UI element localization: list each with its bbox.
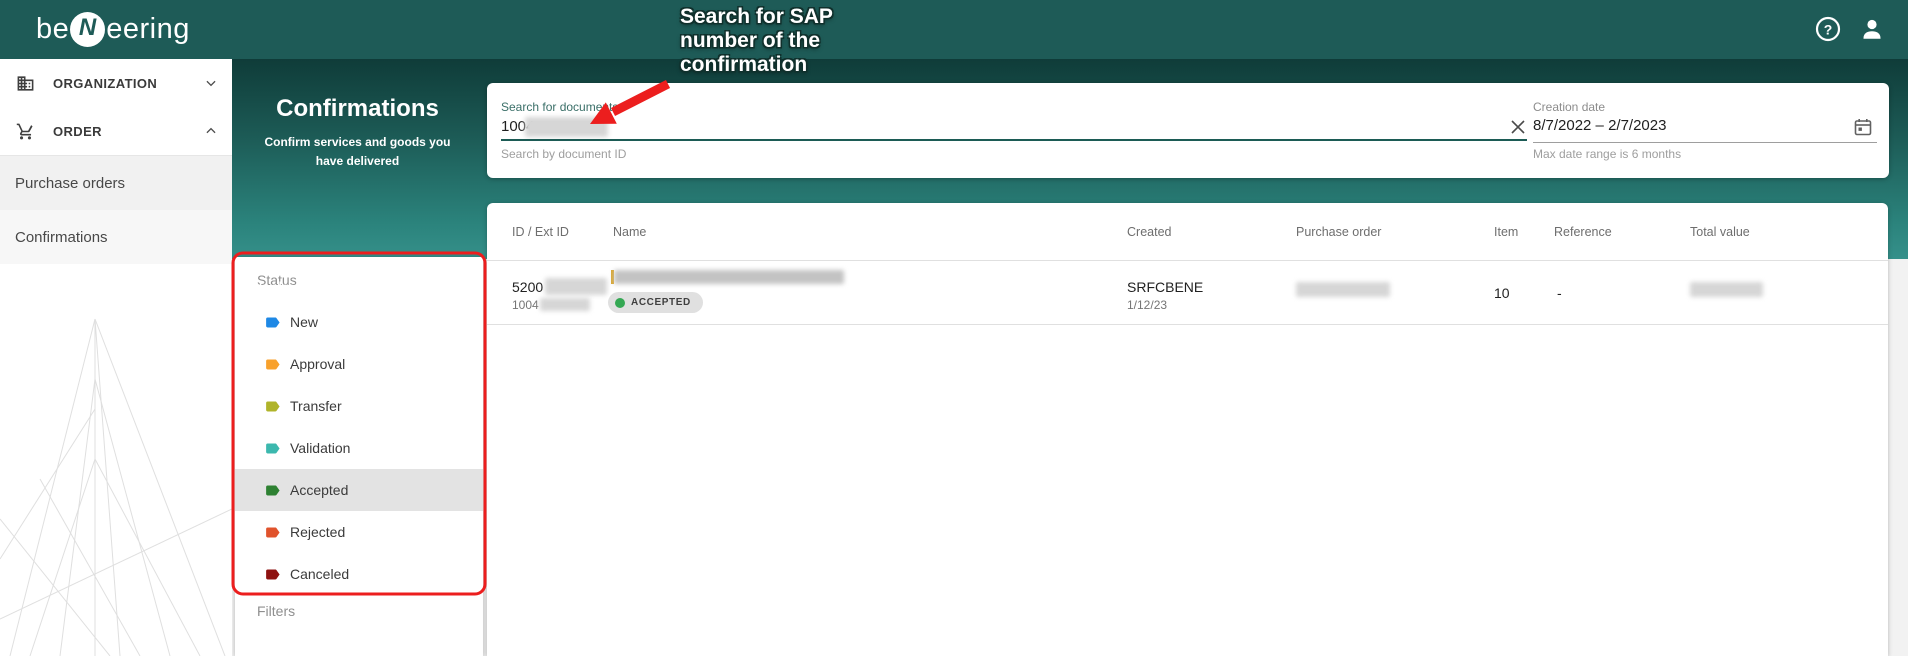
sidebar-subitem-label: Confirmations bbox=[15, 229, 108, 246]
topbar-actions: ? bbox=[1814, 15, 1886, 43]
search-value-redacted bbox=[525, 117, 608, 137]
row-item: 10 bbox=[1494, 285, 1510, 301]
sidebar-item-purchase-orders[interactable]: Purchase orders bbox=[0, 156, 232, 210]
user-icon[interactable] bbox=[1858, 15, 1886, 43]
search-underline-focused bbox=[501, 139, 1527, 141]
column-header-reference: Reference bbox=[1554, 225, 1612, 239]
status-item-label: New bbox=[290, 314, 318, 330]
sidebar-item-label: ORGANIZATION bbox=[53, 76, 204, 91]
cart-icon bbox=[16, 122, 35, 141]
customer-select[interactable]: Customer Wacker Root bbox=[247, 262, 473, 307]
status-item-label: Transfer bbox=[290, 398, 342, 414]
chevron-down-icon bbox=[204, 76, 218, 90]
column-header-item: Item bbox=[1494, 225, 1518, 239]
status-dot-icon bbox=[615, 298, 625, 308]
row-created: SRFCBENE bbox=[1127, 279, 1203, 295]
row-ext-id-redacted bbox=[540, 298, 590, 311]
tag-icon bbox=[264, 356, 281, 373]
column-header-name: Name bbox=[613, 225, 646, 239]
sidebar-item-confirmations[interactable]: Confirmations bbox=[0, 210, 232, 264]
tag-icon bbox=[264, 314, 281, 331]
logo-text-post: eering bbox=[106, 13, 190, 46]
sidebar-subitem-label: Purchase orders bbox=[15, 175, 125, 192]
building-watermark bbox=[0, 259, 232, 656]
date-range-underline bbox=[1533, 142, 1877, 143]
logo-n-circle: N bbox=[70, 12, 105, 47]
search-helper-text: Search by document ID bbox=[501, 147, 626, 161]
row-name-redacted bbox=[614, 270, 844, 284]
status-item-label: Accepted bbox=[290, 482, 348, 498]
date-range-helper-text: Max date range is 6 months bbox=[1533, 147, 1681, 161]
status-item-accepted[interactable]: Accepted bbox=[235, 469, 483, 511]
tag-icon bbox=[264, 398, 281, 415]
status-item-label: Rejected bbox=[290, 524, 345, 540]
row-id: 5200 bbox=[512, 279, 543, 295]
status-badge: ACCEPTED bbox=[608, 292, 703, 313]
order-submenu: Purchase orders Confirmations bbox=[0, 155, 232, 264]
status-filter-panel: Status New Approval Transfer Validation … bbox=[235, 257, 483, 656]
row-purchase-order-redacted bbox=[1296, 282, 1390, 297]
tag-icon bbox=[264, 566, 281, 583]
status-item-new[interactable]: New bbox=[235, 301, 483, 343]
status-badge-label: ACCEPTED bbox=[631, 297, 691, 308]
date-range-label: Creation date bbox=[1533, 100, 1605, 114]
select-underline bbox=[247, 305, 473, 307]
row-id-redacted bbox=[545, 278, 607, 295]
building-icon bbox=[16, 74, 35, 93]
chevron-down-icon bbox=[451, 288, 463, 295]
confirmations-page: be Neering ? ORGANIZATION bbox=[0, 0, 1908, 656]
filters-section-label: Filters bbox=[257, 603, 295, 619]
table-row[interactable]: 5200 1004 ACCEPTED SRFCBENE 1/12/23 10 - bbox=[487, 260, 1888, 325]
status-item-validation[interactable]: Validation bbox=[235, 427, 483, 469]
tag-icon bbox=[264, 524, 281, 541]
status-item-transfer[interactable]: Transfer bbox=[235, 385, 483, 427]
row-reference: - bbox=[1557, 285, 1562, 301]
page-header: Confirmations Confirm services and goods… bbox=[232, 59, 483, 170]
column-header-purchase-order: Purchase order bbox=[1296, 225, 1381, 239]
svg-text:?: ? bbox=[1824, 22, 1833, 38]
search-input-label: Search for documents bbox=[501, 100, 618, 114]
logo-n-letter: N bbox=[79, 14, 97, 42]
status-item-label: Approval bbox=[290, 356, 345, 372]
status-item-rejected[interactable]: Rejected bbox=[235, 511, 483, 553]
logo-text-pre: be bbox=[36, 13, 69, 46]
row-total-value-redacted bbox=[1690, 282, 1763, 297]
date-range-input[interactable]: 8/7/2022 – 2/7/2023 bbox=[1533, 117, 1666, 134]
column-header-total-value: Total value bbox=[1690, 225, 1750, 239]
customer-select-value: Wacker Root bbox=[247, 280, 473, 298]
row-ext-id: 1004 bbox=[512, 298, 539, 312]
sidebar: ORGANIZATION ORDER Purchase orders Confi… bbox=[0, 59, 232, 656]
calendar-icon[interactable] bbox=[1853, 117, 1873, 137]
table-row-divider bbox=[487, 324, 1888, 325]
status-item-approval[interactable]: Approval bbox=[235, 343, 483, 385]
page-title: Confirmations bbox=[232, 95, 483, 123]
status-item-label: Validation bbox=[290, 440, 350, 456]
clear-search-icon[interactable] bbox=[1508, 117, 1528, 137]
sidebar-item-order[interactable]: ORDER bbox=[0, 107, 232, 155]
customer-select-label: Customer bbox=[247, 262, 473, 276]
sidebar-item-organization[interactable]: ORGANIZATION bbox=[0, 59, 232, 107]
confirmations-table: ID / Ext ID Name Created Purchase order … bbox=[487, 203, 1888, 656]
top-bar: be Neering ? bbox=[0, 0, 1908, 59]
row-created-date: 1/12/23 bbox=[1127, 298, 1167, 312]
search-toolbar: Search for documents 1004 Search by docu… bbox=[487, 83, 1889, 178]
help-icon[interactable]: ? bbox=[1814, 15, 1842, 43]
status-item-canceled[interactable]: Canceled bbox=[235, 553, 483, 595]
column-header-created: Created bbox=[1127, 225, 1171, 239]
tag-icon bbox=[264, 440, 281, 457]
sidebar-item-label: ORDER bbox=[53, 124, 204, 139]
beneering-logo[interactable]: be Neering bbox=[36, 9, 190, 49]
column-header-id: ID / Ext ID bbox=[512, 225, 569, 239]
chevron-up-icon bbox=[204, 124, 218, 138]
tag-icon bbox=[264, 482, 281, 499]
page-subtitle: Confirm services and goods you have deli… bbox=[252, 133, 464, 170]
status-item-label: Canceled bbox=[290, 566, 349, 582]
